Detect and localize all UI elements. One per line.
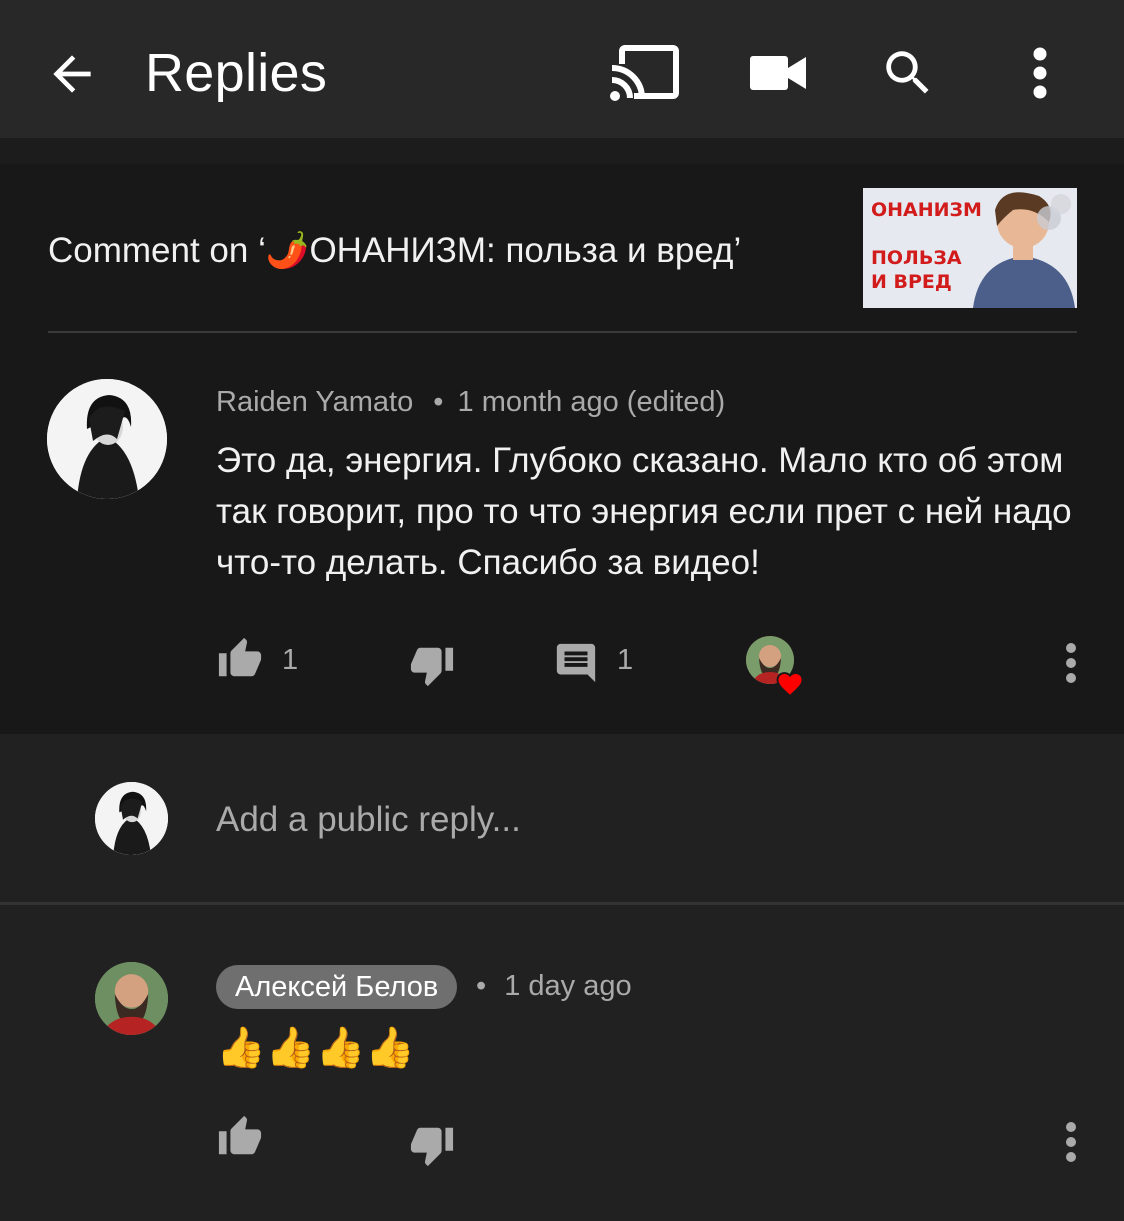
like-count: 1: [282, 644, 299, 676]
spacer: [0, 138, 1124, 164]
reply-like-button[interactable]: [214, 1112, 266, 1162]
reply-input[interactable]: Add a public reply...: [216, 796, 521, 844]
reply-count: 1: [617, 644, 634, 676]
more-vert-icon[interactable]: [1004, 40, 1076, 106]
reply-author-chip[interactable]: Алексей Белов: [216, 965, 458, 1009]
search-icon[interactable]: [872, 40, 944, 106]
heart-icon: [774, 668, 806, 698]
video-context-link[interactable]: Comment on ‘🌶️ОНАНИЗМ: польза и вред’: [48, 226, 828, 276]
like-button[interactable]: [214, 634, 266, 684]
divider: [48, 331, 1077, 333]
author-name[interactable]: Raiden Yamato: [216, 386, 413, 418]
divider: [0, 902, 1124, 905]
reply-author-avatar[interactable]: [95, 962, 168, 1035]
reply-timestamp: 1 day ago: [504, 970, 632, 1002]
current-user-avatar: [95, 782, 168, 855]
comment-meta: Raiden Yamato • 1 month ago (edited): [216, 382, 725, 422]
reply-comment-icon[interactable]: [551, 638, 601, 688]
reply-dislike-button[interactable]: [406, 1120, 458, 1170]
parent-comment-section: Comment on ‘🌶️ОНАНИЗМ: польза и вред’ ОН…: [0, 164, 1124, 734]
thumbnail-subtitle-2: И ВРЕД: [871, 271, 952, 293]
reply-text: 👍👍👍👍: [216, 1025, 416, 1071]
reply-meta: • 1 day ago: [476, 966, 632, 1006]
timestamp: 1 month ago (edited): [457, 386, 726, 418]
dislike-button[interactable]: [406, 640, 458, 690]
page-title: Replies: [145, 43, 328, 103]
comment-more-icon[interactable]: [1056, 638, 1086, 688]
thumbnail-subtitle-1: ПОЛЬЗА: [871, 247, 962, 269]
reply-input-bar: Add a public reply...: [0, 734, 1124, 902]
video-camera-icon[interactable]: [742, 40, 814, 106]
back-arrow-icon[interactable]: [40, 42, 104, 106]
cast-icon[interactable]: [608, 40, 680, 106]
avatar[interactable]: [47, 379, 167, 499]
app-bar: Replies: [0, 0, 1124, 138]
reply-more-icon[interactable]: [1056, 1117, 1086, 1167]
meta-separator: •: [476, 970, 487, 1002]
thumbnail-title: ОНАНИЗМ: [871, 199, 982, 221]
comment-text: Это да, энергия. Глубоко сказано. Мало к…: [216, 441, 1072, 582]
video-thumbnail[interactable]: ОНАНИЗМ ПОЛЬЗА И ВРЕД: [863, 188, 1077, 308]
meta-separator: •: [433, 386, 444, 418]
